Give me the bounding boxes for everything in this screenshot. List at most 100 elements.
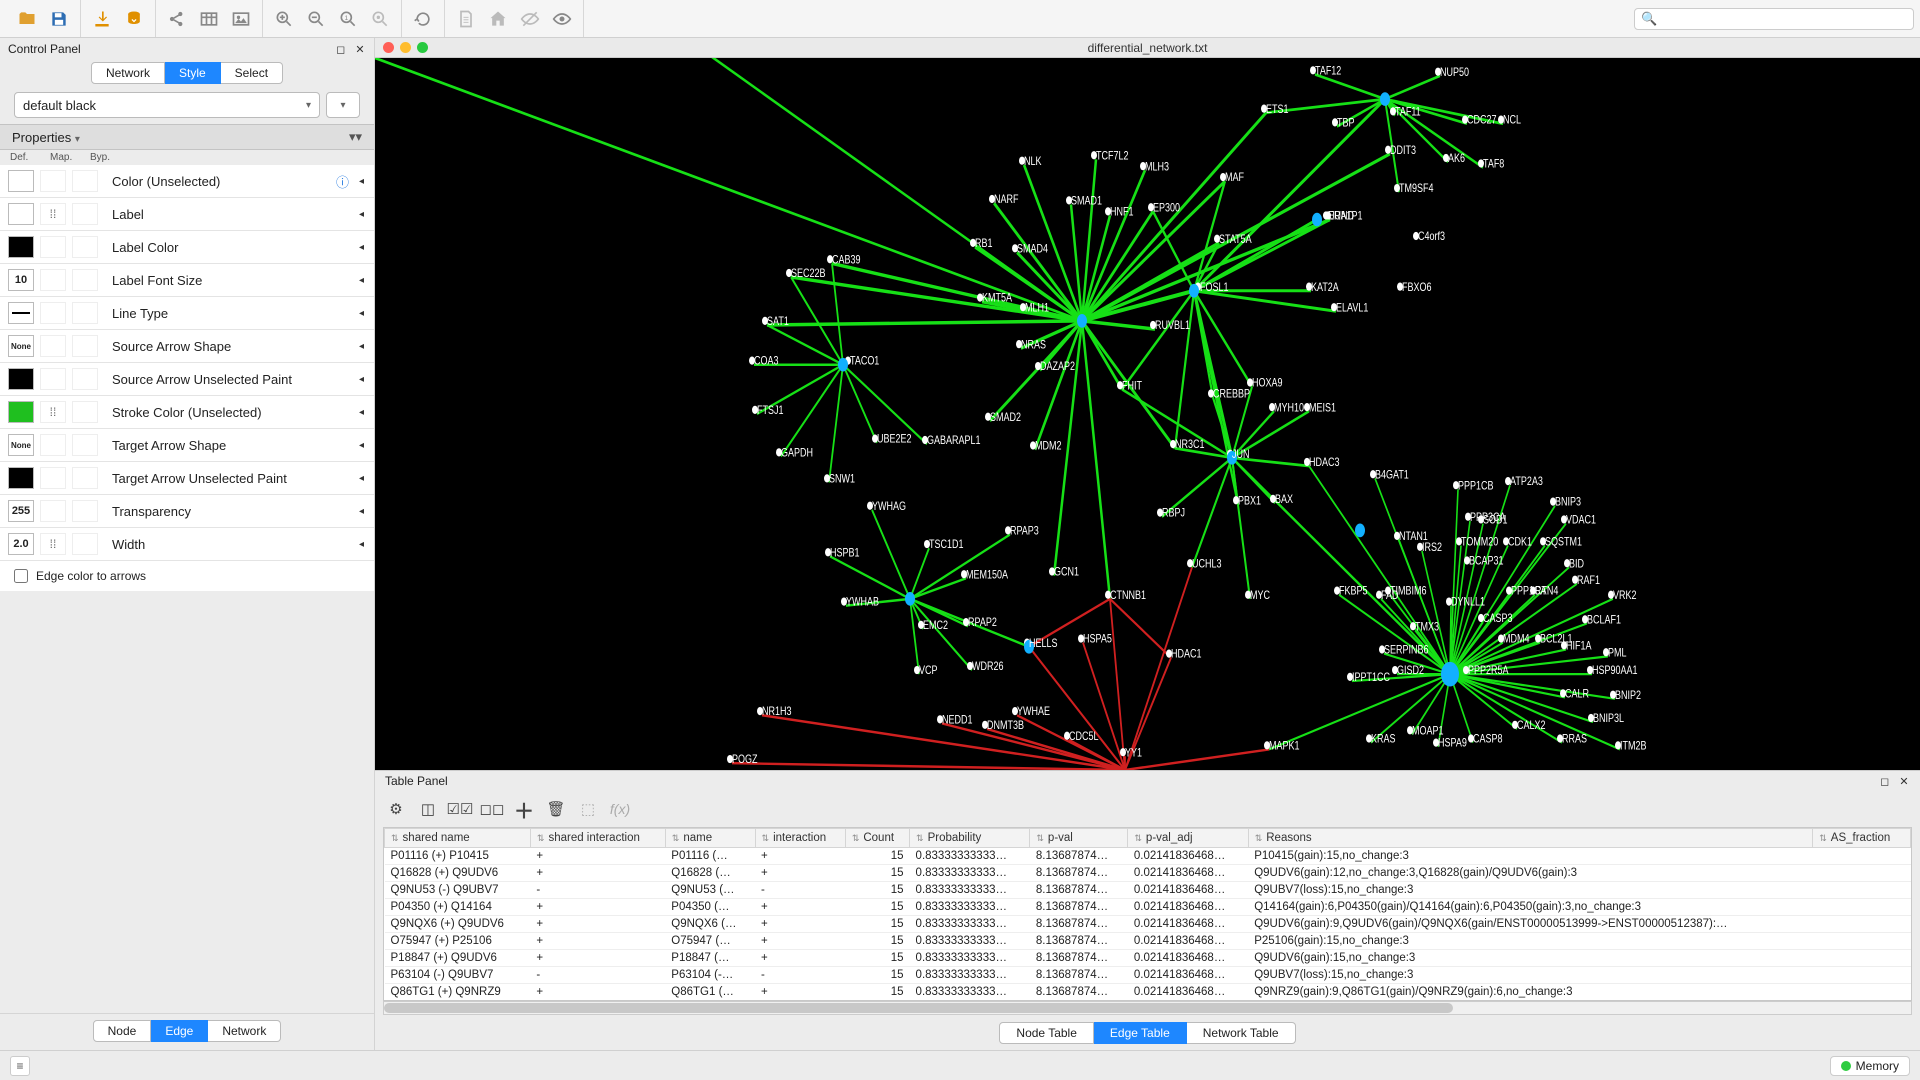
- property-swatch[interactable]: [8, 401, 34, 423]
- property-byp[interactable]: [72, 302, 98, 324]
- expand-icon[interactable]: ◂: [355, 176, 368, 187]
- import-db-icon[interactable]: [121, 6, 147, 32]
- properties-header[interactable]: Properties ▾ ▾▾: [0, 124, 374, 150]
- property-byp[interactable]: [72, 467, 98, 489]
- col-p-val-adj[interactable]: ⇅p-val_adj: [1128, 829, 1248, 848]
- property-byp[interactable]: [72, 236, 98, 258]
- search-box[interactable]: 🔍: [1634, 8, 1914, 30]
- property-byp[interactable]: [72, 500, 98, 522]
- expand-icon[interactable]: ◂: [355, 242, 368, 253]
- collapse-icon[interactable]: ▾▾: [349, 129, 362, 145]
- property-byp[interactable]: [72, 368, 98, 390]
- tab-style[interactable]: Style: [165, 62, 221, 84]
- export-icon[interactable]: [164, 6, 190, 32]
- property-map[interactable]: [40, 269, 66, 291]
- property-byp[interactable]: [72, 335, 98, 357]
- expand-icon[interactable]: ◂: [355, 308, 368, 319]
- expand-icon[interactable]: ◂: [355, 341, 368, 352]
- property-byp[interactable]: [72, 401, 98, 423]
- zoom-in-icon[interactable]: [271, 6, 297, 32]
- property-map[interactable]: [40, 335, 66, 357]
- save-icon[interactable]: [46, 6, 72, 32]
- window-min-icon[interactable]: [400, 42, 411, 53]
- property-byp[interactable]: [72, 170, 98, 192]
- style-options-button[interactable]: ▾: [326, 92, 360, 118]
- property-byp[interactable]: [72, 269, 98, 291]
- expand-icon[interactable]: ◂: [355, 473, 368, 484]
- property-swatch[interactable]: [8, 467, 34, 489]
- table-tab-network-table[interactable]: Network Table: [1187, 1022, 1296, 1044]
- open-icon[interactable]: [14, 6, 40, 32]
- table-tab-node-table[interactable]: Node Table: [999, 1022, 1094, 1044]
- property-map[interactable]: [40, 302, 66, 324]
- col-p-val[interactable]: ⇅p-val: [1030, 829, 1128, 848]
- hide-icon[interactable]: [517, 6, 543, 32]
- property-map[interactable]: ⁞⁞: [40, 203, 66, 225]
- table-row[interactable]: Q9NQX6 (+) Q9UDV6+Q9NQX6 (…+150.83333333…: [385, 916, 1911, 933]
- table-row[interactable]: Q86TG1 (+) Q9NRZ9+Q86TG1 (…+150.83333333…: [385, 984, 1911, 1001]
- doc-icon[interactable]: [453, 6, 479, 32]
- table-row[interactable]: P04350 (+) Q14164+P04350 (…+150.83333333…: [385, 899, 1911, 916]
- tab-network[interactable]: Network: [91, 62, 165, 84]
- detach-icon[interactable]: ◻: [335, 44, 347, 56]
- network-canvas[interactable]: TAF12NUP50TAF11ETS1TBPCDC27NCLAK6TAF8DDI…: [375, 58, 1920, 770]
- search-input[interactable]: [1661, 12, 1907, 26]
- property-swatch[interactable]: [8, 203, 34, 225]
- function-icon[interactable]: f(x): [609, 798, 631, 820]
- property-map[interactable]: [40, 467, 66, 489]
- expand-icon[interactable]: ◂: [355, 539, 368, 550]
- refresh-icon[interactable]: [410, 6, 436, 32]
- col-name[interactable]: ⇅name: [665, 829, 755, 848]
- property-map[interactable]: [40, 368, 66, 390]
- property-swatch[interactable]: [8, 236, 34, 258]
- property-byp[interactable]: [72, 533, 98, 555]
- property-swatch[interactable]: [8, 302, 34, 324]
- expand-icon[interactable]: ◂: [355, 440, 368, 451]
- property-map[interactable]: [40, 236, 66, 258]
- export-image-icon[interactable]: [228, 6, 254, 32]
- zoom-fit-icon[interactable]: 1: [335, 6, 361, 32]
- tab-select[interactable]: Select: [221, 62, 283, 84]
- table-row[interactable]: P63104 (-) Q9UBV7-P63104 (-…-150.8333333…: [385, 967, 1911, 984]
- h-scrollbar[interactable]: [383, 1001, 1912, 1015]
- close-icon[interactable]: ✕: [1898, 776, 1910, 788]
- home-icon[interactable]: [485, 6, 511, 32]
- show-icon[interactable]: [549, 6, 575, 32]
- property-swatch[interactable]: [8, 368, 34, 390]
- close-icon[interactable]: ✕: [354, 44, 366, 56]
- col-shared-name[interactable]: ⇅shared name: [385, 829, 531, 848]
- table-row[interactable]: O75947 (+) P25106+O75947 (…+150.83333333…: [385, 933, 1911, 950]
- property-map[interactable]: [40, 500, 66, 522]
- expand-icon[interactable]: ◂: [355, 209, 368, 220]
- memory-badge[interactable]: Memory: [1830, 1056, 1910, 1076]
- col-as-fraction[interactable]: ⇅AS_fraction: [1813, 829, 1911, 848]
- property-byp[interactable]: [72, 203, 98, 225]
- property-swatch[interactable]: None: [8, 434, 34, 456]
- data-table[interactable]: ⇅shared name⇅shared interaction⇅name⇅int…: [383, 827, 1912, 1001]
- col-shared-interaction[interactable]: ⇅shared interaction: [530, 829, 665, 848]
- select-all-icon[interactable]: ☑☑: [449, 798, 471, 820]
- info-icon[interactable]: ⓘ: [336, 172, 355, 191]
- property-swatch[interactable]: 2.0: [8, 533, 34, 555]
- add-icon[interactable]: ＋: [513, 798, 535, 820]
- col-count[interactable]: ⇅Count: [845, 829, 909, 848]
- property-swatch[interactable]: None: [8, 335, 34, 357]
- window-max-icon[interactable]: [417, 42, 428, 53]
- bottom-tab-edge[interactable]: Edge: [151, 1020, 208, 1042]
- expand-icon[interactable]: ◂: [355, 374, 368, 385]
- columns-icon[interactable]: ◫: [417, 798, 439, 820]
- expand-icon[interactable]: ◂: [355, 506, 368, 517]
- bottom-tab-node[interactable]: Node: [93, 1020, 152, 1042]
- deselect-icon[interactable]: ◻◻: [481, 798, 503, 820]
- col-probability[interactable]: ⇅Probability: [910, 829, 1030, 848]
- export-table-icon[interactable]: [196, 6, 222, 32]
- table-row[interactable]: Q9NU53 (-) Q9UBV7-Q9NU53 (…-150.83333333…: [385, 882, 1911, 899]
- property-swatch[interactable]: 10: [8, 269, 34, 291]
- table-row[interactable]: Q16828 (+) Q9UDV6+Q16828 (…+150.83333333…: [385, 865, 1911, 882]
- expand-icon[interactable]: ◂: [355, 407, 368, 418]
- property-map[interactable]: ⁞⁞: [40, 533, 66, 555]
- edge-color-arrows-checkbox[interactable]: [14, 569, 28, 583]
- property-map[interactable]: [40, 170, 66, 192]
- zoom-out-icon[interactable]: [303, 6, 329, 32]
- table-row[interactable]: P18847 (+) Q9UDV6+P18847 (…+150.83333333…: [385, 950, 1911, 967]
